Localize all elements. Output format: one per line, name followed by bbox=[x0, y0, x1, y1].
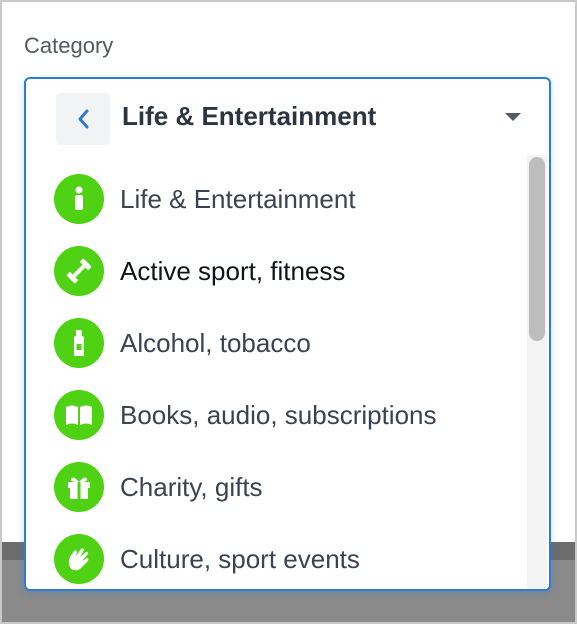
hands-icon bbox=[54, 534, 104, 584]
list-item-alcohol-tobacco[interactable]: Alcohol, tobacco bbox=[54, 315, 514, 371]
dropdown-selected-title: Life & Entertainment bbox=[122, 101, 377, 131]
list-item-label: Life & Entertainment bbox=[120, 183, 356, 214]
chevron-left-icon bbox=[78, 109, 89, 129]
list-item-label: Alcohol, tobacco bbox=[120, 327, 311, 358]
list-item-active-sport[interactable]: Active sport, fitness bbox=[54, 243, 514, 299]
list-item-label: Books, audio, subscriptions bbox=[120, 399, 437, 430]
list-item-life-entertainment[interactable]: Life & Entertainment bbox=[54, 171, 514, 227]
field-label: Category bbox=[24, 33, 114, 58]
scrollbar-thumb[interactable] bbox=[529, 157, 545, 341]
list-item-label: Culture, sport events bbox=[120, 543, 360, 574]
dumbbell-icon bbox=[54, 246, 104, 296]
list-item-charity-gifts[interactable]: Charity, gifts bbox=[54, 459, 514, 515]
dropdown-header[interactable]: Life & Entertainment bbox=[26, 79, 549, 155]
list-item-label: Charity, gifts bbox=[120, 471, 263, 502]
list-item-books[interactable]: Books, audio, subscriptions bbox=[54, 387, 514, 443]
category-dropdown[interactable]: Life & Entertainment Life & Entertainmen… bbox=[24, 77, 551, 591]
gift-icon bbox=[54, 462, 104, 512]
caret-down-icon[interactable] bbox=[505, 113, 521, 121]
list-item-culture-sport-events[interactable]: Culture, sport events bbox=[54, 531, 514, 587]
back-button[interactable] bbox=[56, 93, 110, 145]
list-item-label: Active sport, fitness bbox=[120, 255, 346, 286]
person-icon bbox=[54, 174, 104, 224]
bottle-icon bbox=[54, 318, 104, 368]
book-icon bbox=[54, 390, 104, 440]
